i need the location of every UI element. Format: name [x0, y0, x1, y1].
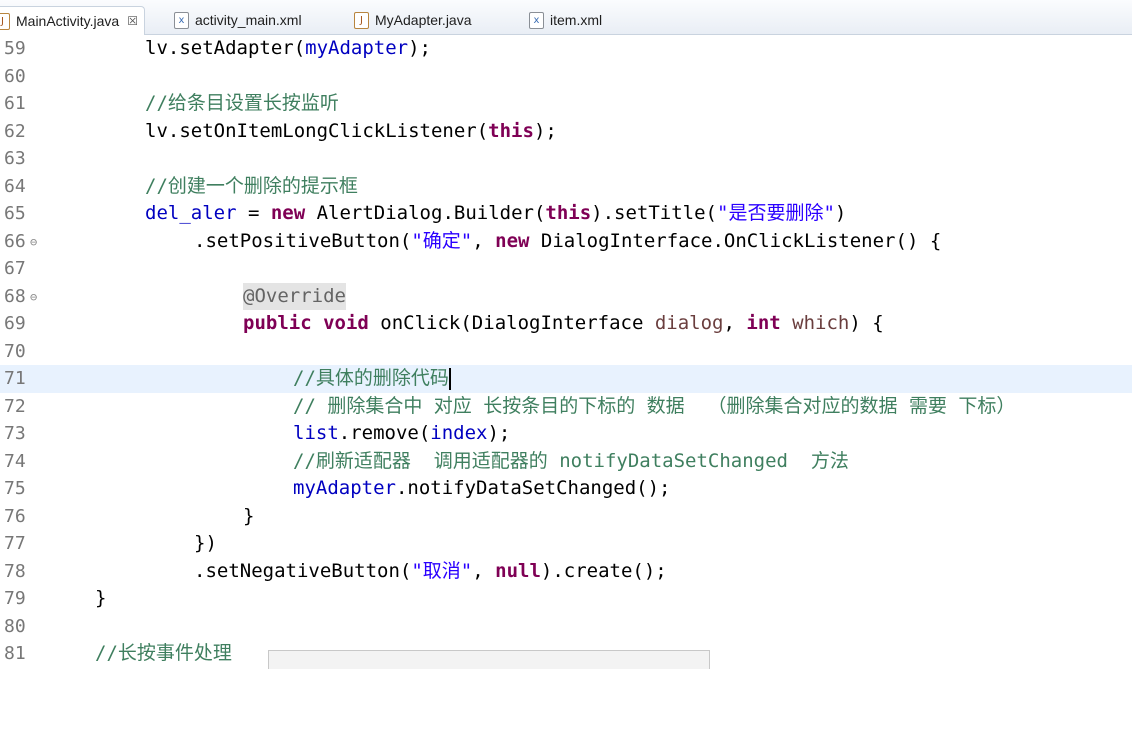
line-number: 72: [4, 395, 26, 417]
line-number: 78: [4, 560, 26, 582]
tab-mainactivity-java[interactable]: J MainActivity.java ☒: [0, 6, 145, 35]
code-line: 59 lv.setAdapter(myAdapter);: [0, 35, 1132, 63]
xml-file-icon: x: [174, 11, 189, 29]
code-line: 66 ⊖ .setPositiveButton("确定", new Dialog…: [0, 228, 1132, 256]
java-file-icon: J: [0, 12, 10, 30]
tab-label: item.xml: [550, 12, 603, 28]
tab-activity-main-xml[interactable]: x activity_main.xml: [174, 6, 302, 34]
line-number: 60: [4, 65, 26, 87]
code-line: 79 }: [0, 585, 1132, 613]
line-number: 61: [4, 93, 26, 114]
current-code-line: 71 //具体的删除代码: [0, 365, 1132, 393]
line-number: 68: [4, 285, 26, 307]
comment: //具体的删除代码: [293, 367, 449, 389]
tab-item-xml[interactable]: x item.xml: [529, 6, 602, 34]
code-line: 70: [0, 338, 1132, 366]
code-line: 80: [0, 613, 1132, 641]
line-number: 62: [4, 120, 26, 142]
line-number: 73: [4, 423, 26, 444]
code-line: 61 //给条目设置长按监听: [0, 90, 1132, 118]
line-number: 63: [4, 148, 26, 169]
editor-tab-bar: J MainActivity.java ☒ x activity_main.xm…: [0, 0, 1132, 35]
comment: //刷新适配器 调用适配器的 notifyDataSetChanged 方法: [293, 449, 849, 472]
code-line: 69 public void onClick(DialogInterface d…: [0, 310, 1132, 338]
line-number: 81: [4, 643, 26, 664]
code-line: 72 // 删除集合中 对应 长按条目的下标的 数据 （删除集合对应的数据 需要…: [0, 393, 1132, 421]
annotation: @Override: [243, 282, 346, 310]
code-line: 75 myAdapter.notifyDataSetChanged();: [0, 475, 1132, 503]
line-number: 71: [4, 368, 26, 389]
code-editor[interactable]: 59 lv.setAdapter(myAdapter); 60 61 //给条目…: [0, 35, 1132, 668]
code-line: 76 }: [0, 503, 1132, 531]
fold-toggle-icon[interactable]: ⊖: [30, 229, 37, 257]
tab-label: activity_main.xml: [195, 12, 302, 28]
code-line: 67: [0, 255, 1132, 283]
tab-label: MyAdapter.java: [375, 12, 472, 28]
java-file-icon: J: [354, 11, 369, 29]
comment: //创建一个删除的提示框: [145, 174, 358, 197]
code-line: 65 del_aler = new AlertDialog.Builder(th…: [0, 200, 1132, 228]
hover-tooltip: [268, 650, 710, 669]
line-number: 66: [4, 230, 26, 252]
code-line: 73 list.remove(index);: [0, 420, 1132, 448]
line-number: 79: [4, 588, 26, 609]
comment: //长按事件处理: [95, 642, 232, 664]
code-line: 64 //创建一个删除的提示框: [0, 173, 1132, 201]
line-number: 74: [4, 450, 26, 472]
close-tab-icon[interactable]: ☒: [127, 14, 138, 28]
code-line: 60: [0, 63, 1132, 91]
line-number: 65: [4, 203, 26, 224]
text-caret: [448, 367, 451, 390]
line-number: 77: [4, 533, 26, 554]
comment: // 删除集合中 对应 长按条目的下标的 数据 （删除集合对应的数据 需要 下标…: [293, 394, 1016, 417]
comment: //给条目设置长按监听: [145, 92, 339, 114]
line-number: 59: [4, 38, 26, 59]
line-number: 76: [4, 505, 26, 527]
code-line: 68 ⊖ @Override: [0, 282, 1132, 312]
tab-label: MainActivity.java: [16, 13, 120, 29]
line-number: 70: [4, 340, 26, 362]
line-number: 67: [4, 258, 26, 279]
line-number: 64: [4, 175, 26, 197]
line-number: 75: [4, 478, 26, 499]
code-line: 78 .setNegativeButton("取消", null).create…: [0, 558, 1132, 586]
line-number: 69: [4, 313, 26, 334]
xml-file-icon: x: [529, 11, 544, 29]
code-line: 74 //刷新适配器 调用适配器的 notifyDataSetChanged 方…: [0, 448, 1132, 476]
fold-toggle-icon[interactable]: ⊖: [30, 284, 37, 312]
code-line: 77 }): [0, 530, 1132, 558]
code-line: 62 lv.setOnItemLongClickListener(this);: [0, 118, 1132, 146]
line-number: 80: [4, 615, 26, 637]
code-line: 63: [0, 145, 1132, 173]
tab-myadapter-java[interactable]: J MyAdapter.java: [354, 6, 472, 34]
